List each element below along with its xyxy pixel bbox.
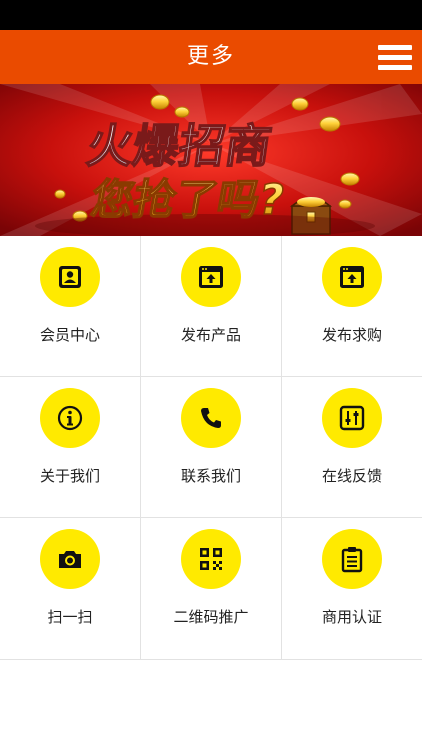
grid-item-label: 关于我们: [39, 467, 100, 485]
icon-circle: [40, 247, 100, 307]
icon-circle: [322, 247, 382, 307]
status-bar: [0, 0, 422, 30]
sliders-icon: [339, 405, 365, 431]
icon-circle: [181, 247, 241, 307]
icon-circle: [322, 529, 382, 589]
grid-item-qr-promotion[interactable]: 二维码推广: [141, 518, 281, 658]
grid-item-label: 发布求购: [321, 326, 382, 344]
grid-item-publish-product[interactable]: 发布产品: [141, 236, 281, 376]
promo-banner[interactable]: 火爆招商 您抢了吗?: [0, 84, 422, 236]
grid-item-member-center[interactable]: 会员中心: [0, 236, 140, 376]
icon-circle: [40, 388, 100, 448]
feature-grid: 会员中心 发布产品 发布求购 关于我们 联系我们 在线反馈 扫一扫 二维码推广 …: [0, 236, 422, 660]
grid-item-online-feedback[interactable]: 在线反馈: [282, 377, 422, 517]
phone-icon: [201, 408, 221, 428]
upload-window-icon: [199, 266, 223, 288]
grid-item-scan[interactable]: 扫一扫: [0, 518, 140, 658]
icon-circle: [181, 388, 241, 448]
clipboard-icon: [341, 547, 363, 573]
grid-item-about-us[interactable]: 关于我们: [0, 377, 140, 517]
grid-item-label: 商用认证: [321, 608, 382, 626]
grid-item-label: 二维码推广: [173, 608, 249, 626]
banner-artwork: 火爆招商 您抢了吗?: [0, 84, 422, 236]
banner-line1: 火爆招商: [83, 119, 275, 173]
icon-circle: [181, 529, 241, 589]
upload-window-icon: [340, 266, 364, 288]
banner-line2: 您抢了吗?: [87, 175, 288, 224]
grid-item-contact-us[interactable]: 联系我们: [141, 377, 281, 517]
app-header: 更多: [0, 30, 422, 84]
hamburger-menu-icon[interactable]: [378, 42, 412, 72]
member-card-icon: [59, 266, 81, 288]
info-icon: [57, 405, 83, 431]
grid-item-publish-purchase[interactable]: 发布求购: [282, 236, 422, 376]
icon-circle: [322, 388, 382, 448]
grid-item-business-certification[interactable]: 商用认证: [282, 518, 422, 658]
grid-item-label: 联系我们: [180, 467, 241, 485]
grid-item-label: 在线反馈: [321, 467, 382, 485]
icon-circle: [40, 529, 100, 589]
qr-code-icon: [200, 548, 222, 570]
grid-item-label: 发布产品: [180, 326, 241, 344]
camera-icon: [59, 551, 81, 568]
page-title: 更多: [186, 44, 235, 69]
grid-item-label: 会员中心: [39, 326, 100, 344]
grid-item-label: 扫一扫: [47, 608, 93, 626]
